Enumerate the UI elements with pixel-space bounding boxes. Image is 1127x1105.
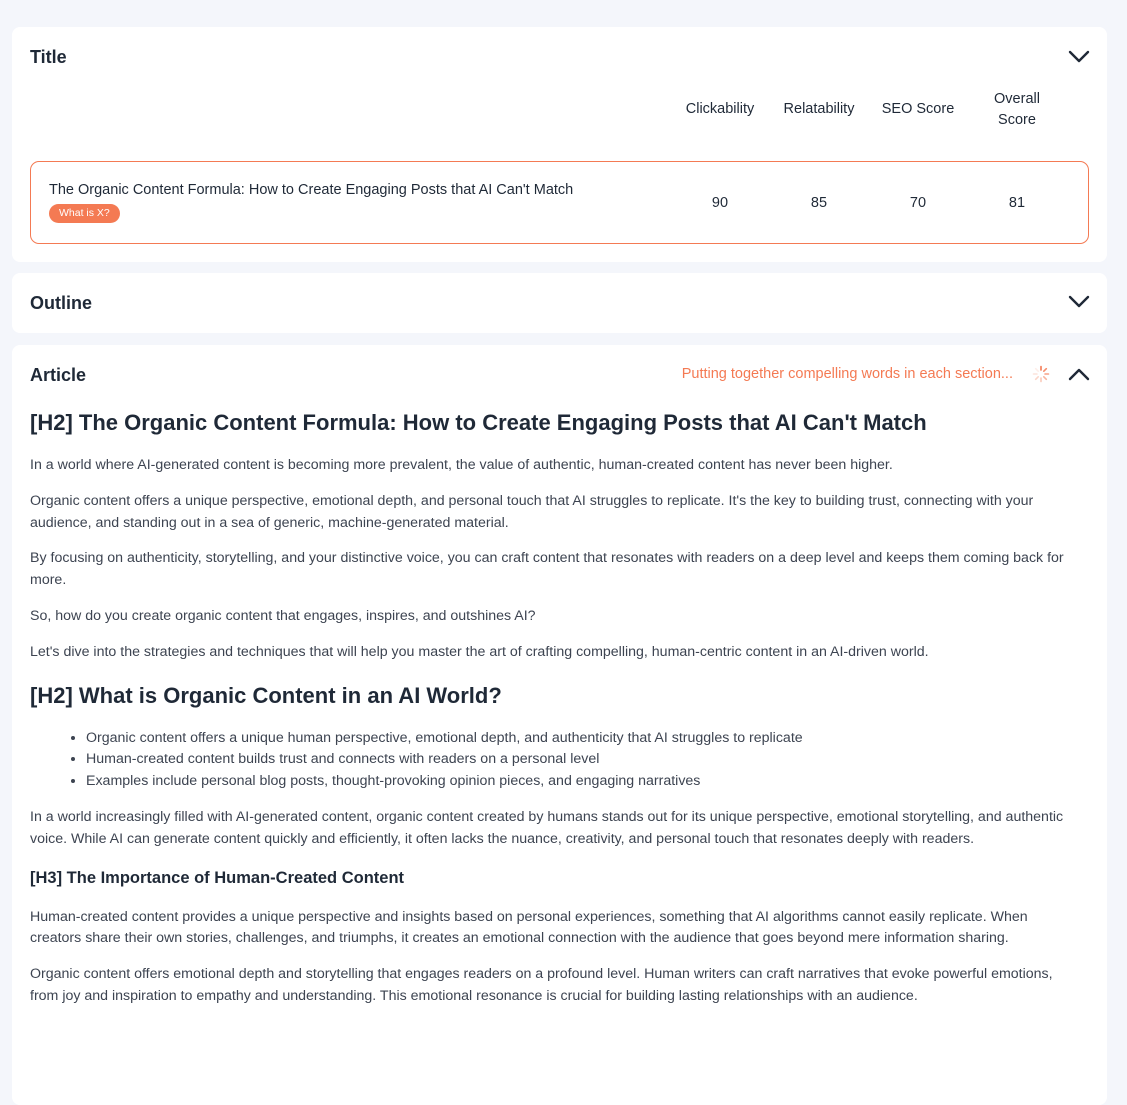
list-item: Examples include personal blog posts, th… — [86, 771, 1070, 793]
column-header-clickability: Clickability — [685, 101, 755, 117]
title-panel-heading: Title — [30, 47, 67, 67]
article-paragraph: In a world increasingly filled with AI-g… — [30, 808, 1064, 847]
article-heading-h2: [H2] The Organic Content Formula: How to… — [30, 410, 927, 435]
list-item: Organic content offers a unique human pe… — [86, 728, 1070, 750]
article-paragraph: Let's dive into the strategies and techn… — [30, 643, 929, 660]
article-content: [H2] The Organic Content Formula: How to… — [30, 403, 1070, 1008]
article-paragraph: Organic content offers a unique perspect… — [30, 492, 1034, 531]
column-header-overall-score: Overall Score — [994, 91, 1040, 128]
overall-score: 81 — [1008, 195, 1026, 211]
outline-panel-heading: Outline — [30, 293, 92, 313]
title-option-row[interactable]: The Organic Content Formula: How to Crea… — [30, 161, 1089, 244]
article-bullet-list: Organic content offers a unique human pe… — [30, 728, 1070, 793]
chevron-down-icon[interactable] — [1068, 295, 1090, 309]
article-paragraph: By focusing on authenticity, storytellin… — [30, 550, 1064, 589]
seo-score: 70 — [909, 195, 927, 211]
article-paragraph: In a world where AI-generated content is… — [30, 457, 893, 473]
column-header-seo-score: SEO Score — [881, 101, 955, 117]
generation-status: Putting together compelling words in eac… — [681, 366, 1013, 382]
outline-panel[interactable]: Outline — [12, 273, 1107, 333]
chevron-up-icon[interactable] — [1068, 367, 1090, 381]
article-heading-h3: [H3] The Importance of Human-Created Con… — [30, 868, 405, 887]
spinner-icon — [1032, 365, 1050, 383]
chevron-down-icon[interactable] — [1068, 50, 1090, 64]
article-paragraph: Human-created content provides a unique … — [30, 908, 1028, 947]
title-option-text: The Organic Content Formula: How to Crea… — [49, 182, 574, 198]
article-panel-heading: Article — [30, 365, 87, 385]
article-panel: Article Putting together compelling word… — [12, 345, 1107, 1105]
title-type-badge: What is X? — [49, 204, 120, 223]
article-heading-h2: [H2] What is Organic Content in an AI Wo… — [30, 682, 502, 708]
title-panel: Title Clickability Relatability SEO Scor… — [12, 27, 1107, 262]
article-paragraph: Organic content offers emotional depth a… — [30, 966, 1053, 1004]
article-paragraph: So, how do you create organic content th… — [30, 607, 536, 624]
column-header-relatability: Relatability — [783, 101, 855, 117]
clickability-score: 90 — [711, 195, 729, 211]
list-item: Human-created content builds trust and c… — [86, 749, 1070, 771]
relatability-score: 85 — [810, 195, 828, 211]
